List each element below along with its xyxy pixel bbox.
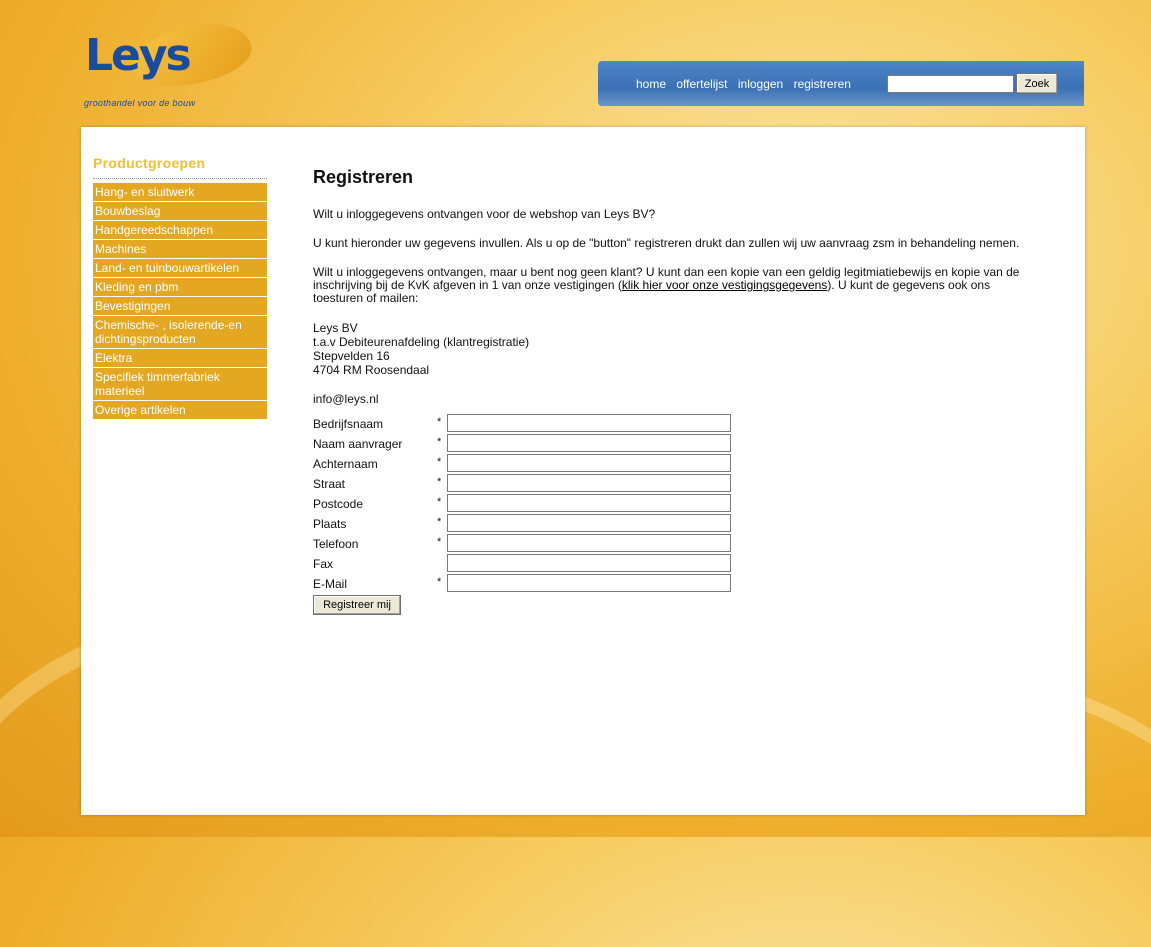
achternaam-field[interactable] (447, 454, 731, 472)
registration-form: Bedrijfsnaam * Naam aanvrager * Achterna… (313, 414, 1043, 618)
sidebar-item-overige-artikelen[interactable]: Overige artikelen (93, 401, 267, 419)
form-row-postcode: Postcode * (313, 494, 1043, 514)
form-row-achternaam: Achternaam * (313, 454, 1043, 474)
address-street: Stepvelden 16 (313, 349, 390, 363)
field-label: Achternaam (313, 457, 378, 471)
intro-text: Wilt u inloggegevens ontvangen voor de w… (313, 207, 656, 221)
sidebar-item-hang-en-sluitwerk[interactable]: Hang- en sluitwerk (93, 183, 267, 201)
email-field[interactable] (447, 574, 731, 592)
form-row-plaats: Plaats * (313, 514, 1043, 534)
required-marker: * (437, 496, 442, 508)
main-content: Registreren Wilt u inloggegevens ontvang… (313, 167, 1043, 618)
sidebar-item-bouwbeslag[interactable]: Bouwbeslag (93, 202, 267, 220)
bedrijfsnaam-field[interactable] (447, 414, 731, 432)
form-row-naam-aanvrager: Naam aanvrager * (313, 434, 1043, 454)
required-marker: * (437, 416, 442, 428)
nav-links: home offertelijst inloggen registreren (636, 77, 858, 91)
form-row-email: E-Mail * (313, 574, 1043, 594)
sidebar-title: Productgroepen (93, 155, 267, 179)
sidebar-item-elektra[interactable]: Elektra (93, 349, 267, 367)
required-marker: * (437, 476, 442, 488)
search-button[interactable]: Zoek (1016, 73, 1058, 94)
sidebar-item-chemische-producten[interactable]: Chemische- , isolerende-en dichtingsprod… (93, 316, 267, 348)
form-row-submit: Registreer mij (313, 594, 1043, 618)
required-marker: * (437, 576, 442, 588)
contact-email: info@leys.nl (313, 392, 379, 406)
form-row-telefoon: Telefoon * (313, 534, 1043, 554)
postcode-field[interactable] (447, 494, 731, 512)
required-marker: * (437, 436, 442, 448)
field-label: Postcode (313, 497, 364, 511)
main-panel: Productgroepen Hang- en sluitwerk Bouwbe… (81, 127, 1085, 815)
form-row-straat: Straat * (313, 474, 1043, 494)
search-input[interactable] (887, 75, 1014, 93)
register-button[interactable]: Registreer mij (313, 595, 401, 615)
address-city: 4704 RM Roosendaal (313, 363, 430, 377)
top-nav-bar: home offertelijst inloggen registreren Z… (598, 61, 1084, 106)
non-customer-text: Wilt u inloggegevens ontvangen, maar u b… (313, 266, 1043, 305)
nav-link-offertelijst[interactable]: offertelijst (676, 77, 727, 91)
postal-address: Leys BV t.a.v Debiteurenafdeling (klantr… (313, 321, 1043, 377)
branches-link[interactable]: klik hier voor onze vestigingsgegevens (622, 278, 827, 292)
straat-field[interactable] (447, 474, 731, 492)
telefoon-field[interactable] (447, 534, 731, 552)
field-label: Telefoon (313, 537, 359, 551)
field-label: E-Mail (313, 577, 348, 591)
nav-link-inloggen[interactable]: inloggen (738, 77, 783, 91)
nav-link-registreren[interactable]: registreren (794, 77, 851, 91)
sidebar: Productgroepen Hang- en sluitwerk Bouwbe… (93, 155, 267, 420)
sidebar-item-kleding-en-pbm[interactable]: Kleding en pbm (93, 278, 267, 296)
field-label: Fax (313, 557, 334, 571)
fax-field[interactable] (447, 554, 731, 572)
sidebar-item-bevestigingen[interactable]: Bevestigingen (93, 297, 267, 315)
instructions-text: U kunt hieronder uw gegevens invullen. A… (313, 236, 1020, 250)
required-marker: * (437, 516, 442, 528)
sidebar-item-machines[interactable]: Machines (93, 240, 267, 258)
leys-logo[interactable]: Leys groothandel voor de bouw (82, 17, 256, 114)
form-row-bedrijfsnaam: Bedrijfsnaam * (313, 414, 1043, 434)
page-title: Registreren (313, 167, 414, 187)
field-label: Naam aanvrager (313, 437, 403, 451)
plaats-field[interactable] (447, 514, 731, 532)
logo-tagline: groothandel voor de bouw (84, 98, 196, 108)
required-marker: * (437, 456, 442, 468)
sidebar-item-handgereedschappen[interactable]: Handgereedschappen (93, 221, 267, 239)
nav-link-home[interactable]: home (636, 77, 666, 91)
sidebar-item-timmerfabriek-materieel[interactable]: Specifiek timmerfabriek materieel (93, 368, 267, 400)
field-label: Straat (313, 477, 346, 491)
naam-aanvrager-field[interactable] (447, 434, 731, 452)
required-marker: * (437, 536, 442, 548)
form-row-fax: Fax (313, 554, 1043, 574)
field-label: Bedrijfsnaam (313, 417, 384, 431)
field-label: Plaats (313, 517, 347, 531)
address-company: Leys BV (313, 321, 358, 335)
logo-word: Leys (85, 30, 192, 81)
sidebar-item-land-en-tuinbouw[interactable]: Land- en tuinbouwartikelen (93, 259, 267, 277)
address-attention: t.a.v Debiteurenafdeling (klantregistrat… (313, 335, 530, 349)
